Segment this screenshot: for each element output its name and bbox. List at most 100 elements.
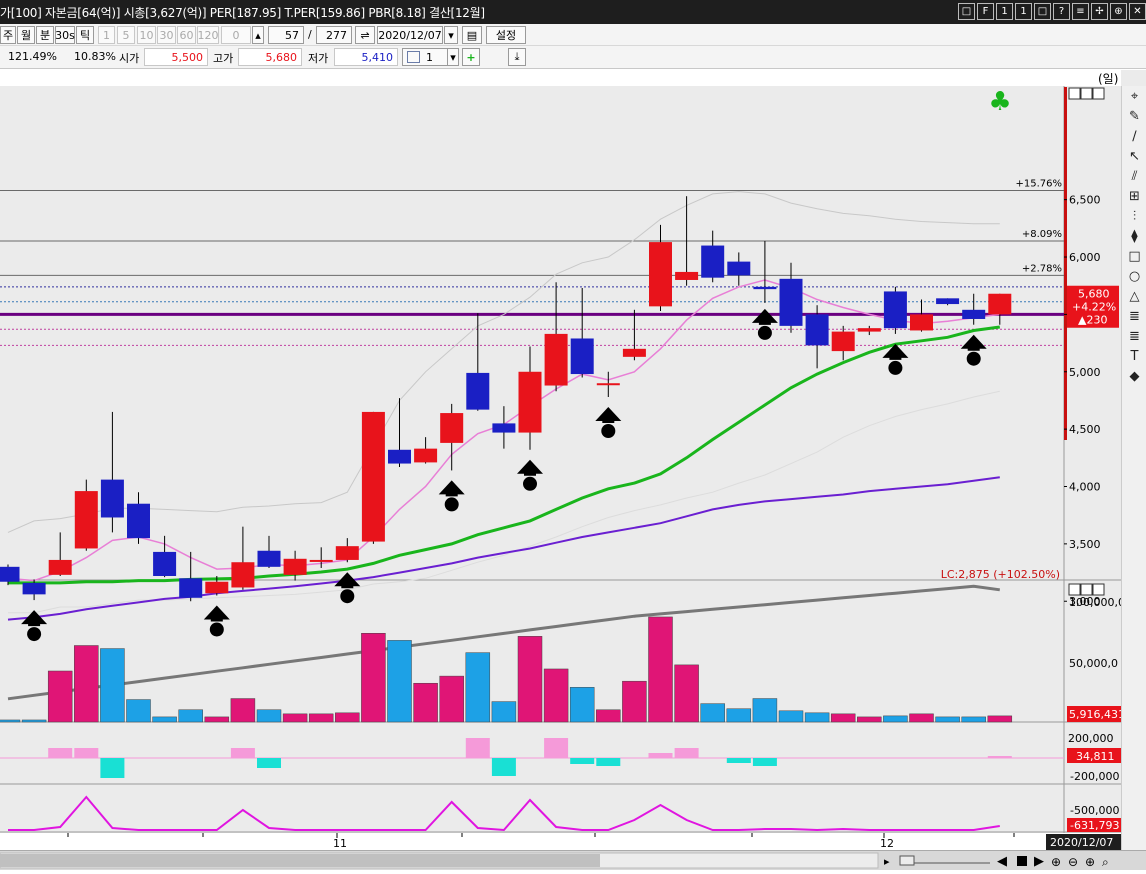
list-tool-icon[interactable]: ≣ — [1124, 306, 1145, 326]
chart-toolbar: 주 월 분 30s 틱 1 5 10 30 60 120 0 ▴ 57 / 27… — [0, 24, 1146, 46]
interval-1-button[interactable]: 1 — [98, 26, 115, 44]
scroll-right-icon[interactable]: ▸ — [884, 855, 890, 868]
volume-axis-control-box[interactable] — [1092, 583, 1105, 596]
candle-body — [857, 328, 881, 332]
parallel-tool-icon[interactable]: ⫽ — [1124, 166, 1145, 186]
interval-input[interactable]: 0 — [221, 26, 251, 44]
candle-body — [544, 333, 568, 386]
stop-icon[interactable] — [1017, 856, 1027, 866]
volume-bar — [465, 652, 491, 723]
volume-axis-control-box[interactable] — [1068, 583, 1081, 596]
candle-body — [805, 314, 829, 346]
zoom-out-icon[interactable]: ⊖ — [1068, 855, 1078, 869]
fib-tool-icon[interactable]: ⫶ — [1124, 206, 1145, 226]
interval-spinner[interactable]: ▴ — [252, 26, 264, 44]
candle-body — [153, 551, 177, 576]
spin-chevron-down-icon[interactable]: ▾ — [447, 48, 459, 66]
period-minute-button[interactable]: 분 — [36, 26, 54, 44]
zoom-in-icon[interactable]: ⊕ — [1051, 855, 1061, 869]
oscillator-tick-label: -200,000 — [1070, 770, 1119, 783]
rectangle-tool-icon[interactable]: □ — [1124, 246, 1145, 266]
candle-body — [231, 562, 255, 588]
scroll-controls[interactable]: ▸ ◀ ▶ ⊕ ⊖ ⊕ ⌕ — [0, 851, 1146, 871]
window-button-f[interactable]: F — [977, 3, 994, 20]
axis-control-box[interactable] — [1080, 87, 1093, 100]
period-tick-button[interactable]: 틱 — [76, 26, 94, 44]
x-tick-label: 12 — [880, 837, 894, 850]
current-date-box: 2020/12/07 — [1046, 834, 1121, 850]
count-input[interactable]: 57 — [268, 26, 304, 44]
low-price: 5,410 — [334, 48, 398, 66]
zoom-handle[interactable] — [899, 855, 915, 866]
interval-10-button[interactable]: 10 — [137, 26, 156, 44]
chart-area[interactable]: +15.76% +8.09% +2.78% ♣ LC:2,875 (+102.50%) … — [0, 70, 1146, 850]
interval-30-button[interactable]: 30 — [157, 26, 176, 44]
pencil-icon[interactable]: ✎ — [1124, 106, 1145, 126]
axis-control-box[interactable] — [1092, 87, 1105, 100]
candle-body — [257, 550, 281, 567]
diamond-tool-icon[interactable]: ⧫ — [1124, 226, 1145, 246]
volume-bar — [126, 699, 151, 723]
quote-bar: 121.49% 10.83% 시가 5,500 고가 5,680 저가 5,41… — [0, 46, 1146, 69]
add-icon[interactable]: + — [462, 48, 480, 66]
candle-body — [309, 559, 333, 562]
axis-control-button[interactable] — [1080, 87, 1093, 100]
settings-button[interactable]: 설정 — [486, 26, 526, 44]
arrow-tool-icon[interactable]: ↖ — [1124, 146, 1145, 166]
text-tool-icon[interactable]: T — [1124, 346, 1145, 366]
candle-body — [570, 338, 594, 375]
triangle-tool-icon[interactable]: △ — [1124, 286, 1145, 306]
signal-dot — [340, 589, 355, 604]
move-icon[interactable]: ✢ — [1091, 3, 1108, 20]
oscillator-bar — [257, 758, 281, 768]
period-month-button[interactable]: 월 — [17, 26, 35, 44]
interval-5-button[interactable]: 5 — [117, 26, 135, 44]
calendar-icon[interactable]: ⇌ — [355, 26, 375, 44]
crosshair-icon[interactable]: ⌖ — [1124, 86, 1145, 106]
candle-body — [622, 348, 646, 357]
export-icon[interactable]: ⤓ — [508, 48, 526, 66]
color-tool-icon[interactable]: ◆ — [1124, 366, 1145, 386]
window-button-1b[interactable]: 1 — [1015, 3, 1032, 20]
volume-tick-label: 50,000,0 — [1069, 657, 1118, 670]
interval-60-button[interactable]: 60 — [177, 26, 196, 44]
grid-tool-icon[interactable]: ⊞ — [1124, 186, 1145, 206]
current-change-pct: +4.22% — [1072, 301, 1116, 314]
circle-tool-icon[interactable]: ○ — [1124, 266, 1145, 286]
window-button-box[interactable]: □ — [1034, 3, 1051, 20]
oscillator-bar — [674, 748, 699, 758]
window-button-1a[interactable]: 1 — [996, 3, 1013, 20]
target-icon[interactable]: ⊕ — [1110, 3, 1127, 20]
axis-control-button[interactable] — [1092, 87, 1105, 100]
window-button-restore[interactable]: □ — [958, 3, 975, 20]
title-bar: 가[100] 자본금[64(억)] 시총[3,627(억)] PER[187.9… — [0, 0, 1146, 24]
low-label: 저가 — [308, 52, 329, 65]
play-icon[interactable]: ▶ — [1034, 854, 1044, 869]
axis-control-button[interactable] — [1068, 87, 1081, 100]
list2-tool-icon[interactable]: ≣ — [1124, 326, 1145, 346]
period-30s-button[interactable]: 30s — [55, 26, 75, 44]
unit-label: (일) — [1098, 72, 1118, 86]
window-title: 가[100] 자본금[64(억)] 시총[3,627(억)] PER[187.9… — [0, 6, 485, 20]
interval-120-button[interactable]: 120 — [197, 26, 219, 44]
date-input[interactable]: 2020/12/07 — [377, 26, 443, 44]
period-week-button[interactable]: 주 — [0, 26, 16, 44]
signal-dot — [757, 325, 772, 340]
candle-body — [0, 566, 20, 582]
volume-axis-control-box[interactable] — [1080, 583, 1093, 596]
prev-icon[interactable]: ◀ — [997, 854, 1007, 869]
volume-bar — [21, 719, 47, 723]
menu-icon[interactable]: ≡ — [1072, 3, 1089, 20]
save-icon[interactable]: ▤ — [462, 26, 482, 44]
zoom-reset-icon[interactable]: ⊕ — [1085, 855, 1095, 869]
help-icon[interactable]: ? — [1053, 3, 1070, 20]
search-icon[interactable]: ⌕ — [1102, 855, 1109, 869]
price-tick-label: 4,500 — [1069, 423, 1101, 436]
scrollbar-thumb[interactable] — [0, 854, 600, 867]
axis-control-box[interactable] — [1068, 87, 1081, 100]
close-icon[interactable]: ✕ — [1129, 3, 1146, 20]
reference-line-label: +8.09% — [1022, 229, 1062, 240]
line-tool-icon[interactable]: ∕ — [1124, 126, 1145, 146]
date-dropdown-chevron-down-icon[interactable]: ▾ — [444, 26, 458, 44]
chart-canvas[interactable]: +15.76%+8.09%+2.78%♣LC:2,875 (+102.50%) … — [0, 70, 1121, 850]
